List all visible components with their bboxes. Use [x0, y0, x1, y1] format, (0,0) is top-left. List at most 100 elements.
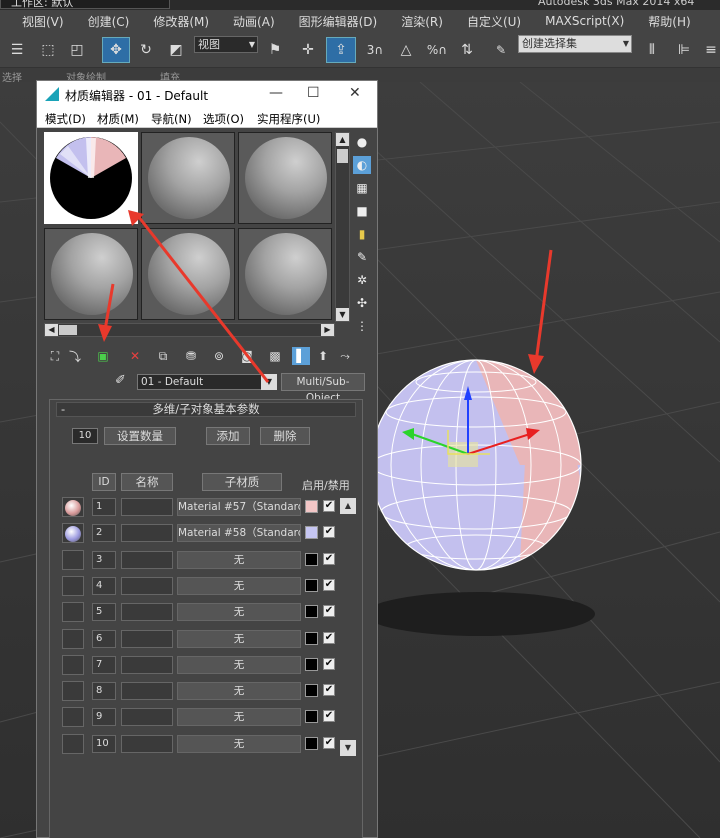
- sample-slot-3[interactable]: [238, 132, 332, 224]
- edit-named-selection-icon[interactable]: ✎: [490, 37, 512, 63]
- submaterial-color-swatch[interactable]: [305, 736, 318, 750]
- sample-slot-6[interactable]: [238, 228, 332, 320]
- sort-by-name-button[interactable]: 名称: [121, 473, 173, 491]
- submaterial-enable-checkbox[interactable]: ✔: [323, 578, 335, 591]
- material-editor-window[interactable]: 材质编辑器 - 01 - Default — ☐ ✕ 模式(D) 材质(M) 导…: [36, 80, 378, 838]
- submaterial-preview[interactable]: [62, 549, 84, 570]
- submaterial-enable-checkbox[interactable]: ✔: [323, 605, 335, 618]
- submaterial-enable-checkbox[interactable]: ✔: [323, 657, 335, 670]
- submaterial-preview[interactable]: [62, 602, 84, 623]
- uv-tiling-icon[interactable]: ■: [353, 202, 371, 220]
- me-menu-navigation[interactable]: 导航(N): [151, 111, 192, 127]
- menu-rendering[interactable]: 渲染(R): [389, 13, 455, 30]
- submaterial-id-field[interactable]: 4: [92, 576, 116, 595]
- submaterial-id-field[interactable]: 2: [92, 524, 116, 543]
- named-selection-set-dropdown[interactable]: 创建选择集: [518, 35, 632, 53]
- workspace-dropdown[interactable]: 工作区: 默认: [0, 0, 170, 9]
- layers-icon[interactable]: ≡: [702, 37, 720, 63]
- me-menu-mode[interactable]: 模式(D): [45, 111, 86, 127]
- make-unique-icon[interactable]: ⧉: [154, 347, 172, 365]
- menu-animation[interactable]: 动画(A): [221, 13, 287, 30]
- pivot-icon[interactable]: ⚑: [264, 37, 286, 63]
- submaterial-id-field[interactable]: 6: [92, 629, 116, 648]
- submaterial-id-field[interactable]: 3: [92, 550, 116, 569]
- submaterial-button[interactable]: 无: [177, 708, 301, 727]
- submaterial-preview[interactable]: [62, 681, 84, 702]
- submaterial-name-field[interactable]: [121, 708, 173, 727]
- submaterial-color-swatch[interactable]: [305, 605, 318, 619]
- submaterial-preview[interactable]: [62, 523, 84, 544]
- submaterial-name-field[interactable]: [121, 734, 173, 753]
- submaterial-button[interactable]: 无: [177, 734, 301, 753]
- keyboard-shortcut-icon[interactable]: ⇪: [326, 37, 356, 63]
- rect-selection-icon[interactable]: ⬚: [36, 37, 60, 63]
- menu-maxscript[interactable]: MAXScript(X): [533, 14, 636, 28]
- me-menu-utilities[interactable]: 实用程序(U): [257, 111, 320, 127]
- material-name-dropdown-icon[interactable]: ▼: [261, 374, 277, 390]
- mirror-icon[interactable]: ⫴: [640, 37, 664, 63]
- delete-button[interactable]: 删除: [260, 427, 310, 445]
- move-icon[interactable]: ✥: [102, 37, 130, 63]
- submaterial-button[interactable]: Material #57（Standard）: [177, 498, 301, 516]
- submaterial-id-field[interactable]: 9: [92, 708, 116, 727]
- select-by-material-icon[interactable]: ✣: [353, 294, 371, 312]
- scroll-thumb[interactable]: [59, 325, 77, 335]
- reference-coordinate-dropdown[interactable]: 视图: [194, 36, 258, 53]
- get-material-icon[interactable]: ⛶: [46, 347, 64, 365]
- submaterial-button[interactable]: Material #58（Standard）: [177, 524, 301, 543]
- rollout-header[interactable]: - 多维/子对象基本参数: [56, 402, 356, 417]
- backlight-icon[interactable]: ◐: [353, 156, 371, 174]
- menu-help[interactable]: 帮助(H): [636, 13, 702, 30]
- submaterial-name-field[interactable]: [121, 550, 173, 569]
- submaterial-preview[interactable]: [62, 575, 84, 596]
- rotate-icon[interactable]: ↻: [134, 37, 158, 63]
- submaterial-button[interactable]: 无: [177, 655, 301, 674]
- submaterial-name-field[interactable]: [121, 603, 173, 622]
- sort-by-submaterial-button[interactable]: 子材质: [202, 473, 282, 491]
- put-to-library-icon[interactable]: ⛃: [182, 347, 200, 365]
- submaterial-enable-checkbox[interactable]: ✔: [323, 710, 335, 723]
- submaterial-color-swatch[interactable]: [305, 500, 318, 513]
- submaterial-preview[interactable]: [62, 628, 84, 649]
- put-to-scene-icon[interactable]: ⤵: [66, 347, 84, 365]
- maximize-icon[interactable]: ☐: [307, 85, 320, 101]
- scroll-thumb[interactable]: [337, 149, 348, 163]
- add-button[interactable]: 添加: [206, 427, 250, 445]
- reset-map-icon[interactable]: ✕: [126, 347, 144, 365]
- submaterial-button[interactable]: 无: [177, 682, 301, 701]
- material-count-field[interactable]: 10: [72, 428, 98, 444]
- make-preview-icon[interactable]: ✎: [353, 248, 371, 266]
- submaterial-id-field[interactable]: 5: [92, 603, 116, 622]
- manipulate-icon[interactable]: ✛: [296, 37, 320, 63]
- submaterial-color-swatch[interactable]: [305, 631, 318, 645]
- pick-material-eyedropper-icon[interactable]: ✐: [115, 373, 126, 388]
- submaterial-color-swatch[interactable]: [305, 710, 318, 724]
- submaterial-preview[interactable]: [62, 707, 84, 728]
- submaterial-enable-checkbox[interactable]: ✔: [323, 500, 335, 512]
- submaterial-name-field[interactable]: [121, 498, 173, 516]
- go-to-parent-icon[interactable]: ⬆: [314, 347, 332, 365]
- submaterial-name-field[interactable]: [121, 524, 173, 543]
- minimize-icon[interactable]: —: [269, 85, 283, 101]
- menu-modifiers[interactable]: 修改器(M): [141, 13, 221, 30]
- material-type-button[interactable]: Multi/Sub-Object: [281, 373, 365, 404]
- submaterial-color-swatch[interactable]: [305, 526, 318, 540]
- slots-horizontal-scrollbar[interactable]: ◀ ▶: [44, 323, 335, 337]
- me-menu-material[interactable]: 材质(M): [97, 111, 139, 127]
- background-icon[interactable]: ▦: [353, 179, 371, 197]
- submaterial-id-field[interactable]: 7: [92, 655, 116, 674]
- submaterial-enable-checkbox[interactable]: ✔: [323, 684, 335, 697]
- submaterial-button[interactable]: 无: [177, 629, 301, 648]
- submaterial-preview[interactable]: [62, 654, 84, 675]
- sample-slot-5[interactable]: [141, 228, 235, 320]
- align-icon[interactable]: ⊫: [672, 37, 696, 63]
- snap-toggle-icon[interactable]: 3 ∩: [362, 37, 388, 63]
- submaterial-enable-checkbox[interactable]: ✔: [323, 526, 335, 539]
- scale-icon[interactable]: ◩: [164, 37, 188, 63]
- assign-to-selection-icon[interactable]: ▣: [94, 347, 112, 365]
- set-number-button[interactable]: 设置数量: [104, 427, 176, 445]
- sample-slot-1[interactable]: [44, 132, 138, 224]
- show-map-icon[interactable]: ◙: [238, 347, 256, 365]
- me-menu-options[interactable]: 选项(O): [203, 111, 244, 127]
- scroll-left-icon[interactable]: ◀: [45, 324, 58, 336]
